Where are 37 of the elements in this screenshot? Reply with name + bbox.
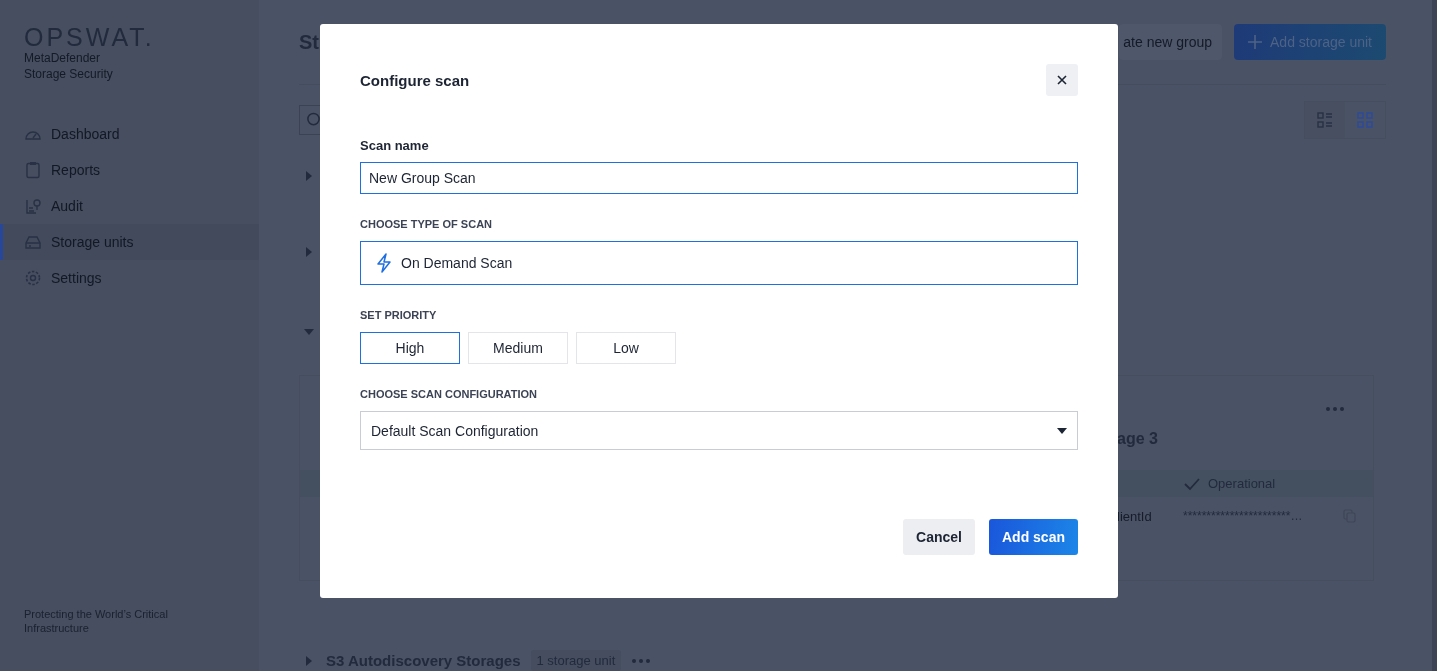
caret-right-icon[interactable] bbox=[304, 247, 314, 258]
priority-option[interactable]: Low bbox=[576, 332, 676, 364]
caret-right-icon[interactable] bbox=[304, 655, 314, 666]
section-label: SET PRIORITY bbox=[360, 309, 438, 321]
lightning-icon bbox=[375, 253, 393, 273]
add-scan-button[interactable]: Add scan bbox=[989, 519, 1078, 555]
more-icon[interactable] bbox=[631, 657, 652, 664]
caret-down-icon[interactable] bbox=[304, 326, 314, 337]
field-label: Scan name bbox=[360, 138, 430, 153]
document-pin-icon bbox=[24, 197, 42, 215]
product-name: Storage Security bbox=[23, 66, 114, 82]
priority-option[interactable]: Medium bbox=[468, 332, 568, 364]
cancel-button[interactable]: Cancel bbox=[903, 519, 975, 555]
section-label: CHOOSE TYPE OF SCAN bbox=[360, 218, 494, 230]
product-name: MetaDefender bbox=[23, 50, 102, 66]
dialog-title: Configure scan bbox=[360, 71, 470, 89]
view-toggle[interactable] bbox=[1305, 102, 1345, 138]
caret-down-icon bbox=[1057, 427, 1067, 434]
plus-icon bbox=[1248, 35, 1263, 49]
check-icon bbox=[1184, 476, 1200, 491]
caret-right-icon[interactable] bbox=[304, 170, 314, 181]
close-icon bbox=[1057, 75, 1067, 85]
clipboard-icon bbox=[24, 161, 42, 179]
scan-name-field[interactable]: New Group Scan bbox=[360, 162, 1078, 194]
masked-value: ***********************… bbox=[1183, 509, 1304, 524]
field-label: lientId bbox=[1117, 508, 1153, 524]
more-icon[interactable] bbox=[1325, 406, 1345, 413]
gear-icon bbox=[24, 269, 42, 287]
scan-type-option[interactable]: On Demand Scan bbox=[360, 241, 1078, 285]
list-view-icon bbox=[1317, 112, 1333, 128]
section-label: CHOOSE SCAN CONFIGURATION bbox=[360, 388, 539, 400]
search-icon bbox=[306, 112, 321, 128]
drive-icon bbox=[24, 233, 42, 251]
close-button[interactable] bbox=[1046, 64, 1078, 96]
priority-option[interactable]: High bbox=[360, 332, 460, 364]
grid-view-icon bbox=[1357, 112, 1373, 128]
config-dropdown[interactable]: Default Scan Configuration bbox=[360, 411, 1078, 450]
